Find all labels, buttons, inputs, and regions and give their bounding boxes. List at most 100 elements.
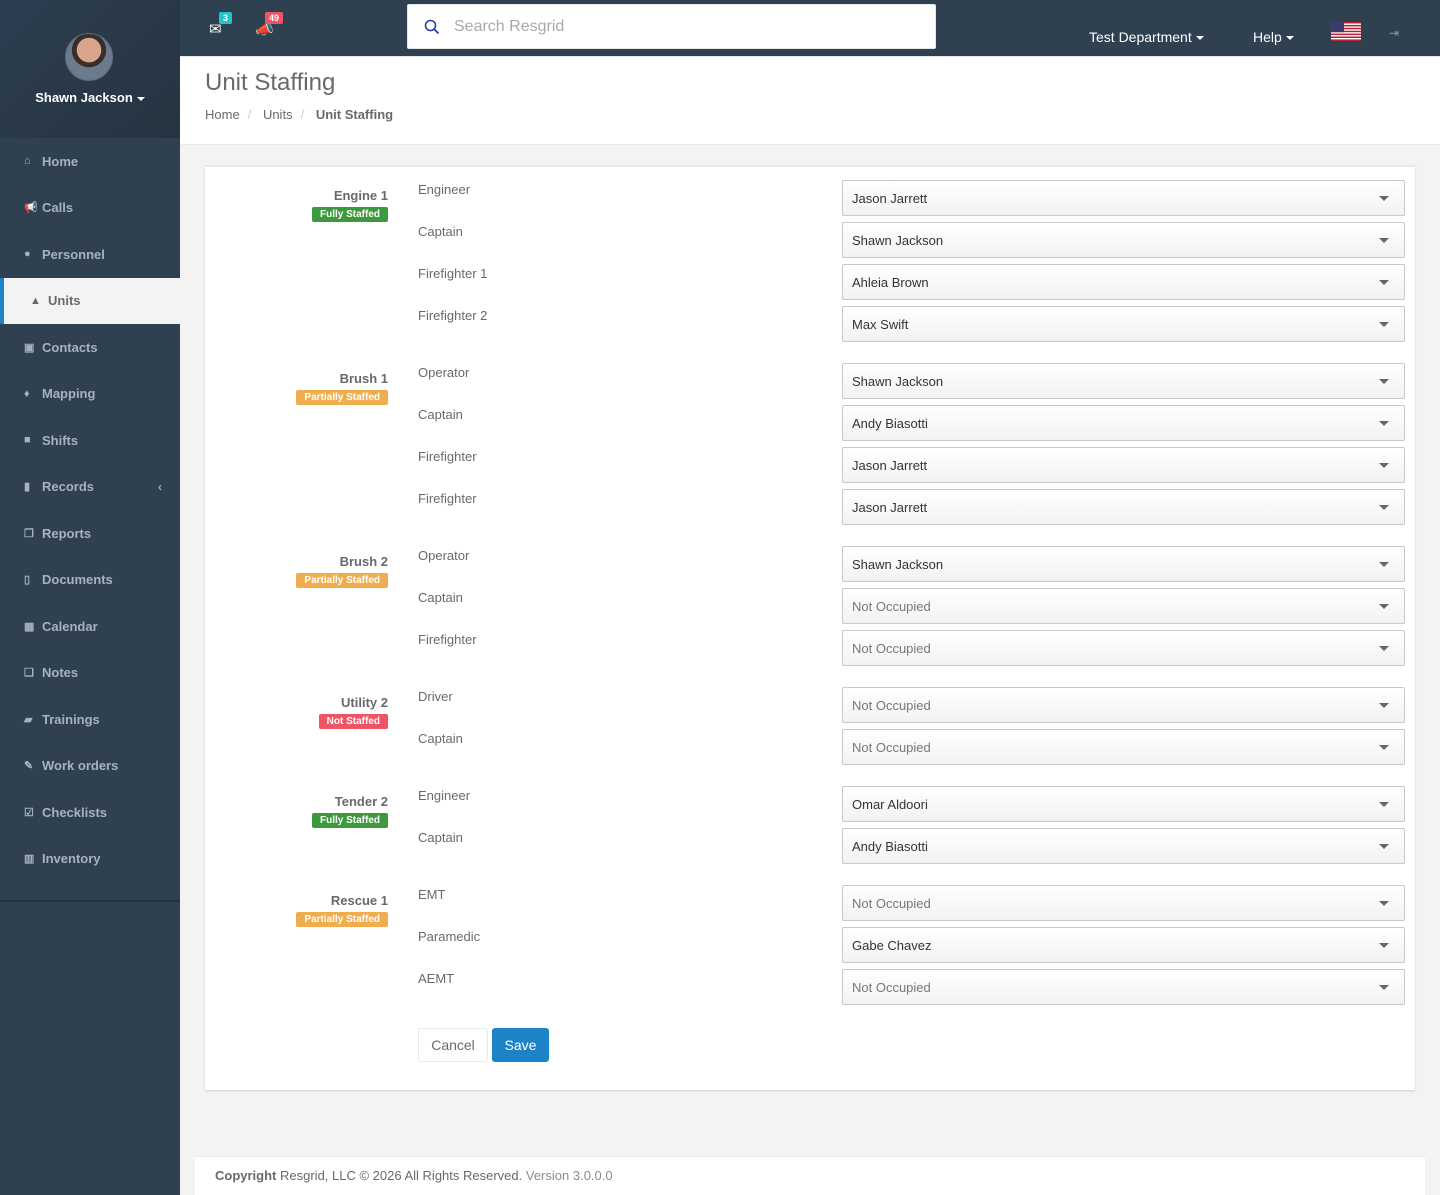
home-icon: ⌂	[24, 155, 31, 168]
personnel-select[interactable]: Not Occupied	[842, 687, 1405, 723]
sidebar-item-calendar[interactable]: ▦ Calendar	[0, 603, 180, 650]
sidebar-item-trainings[interactable]: ▰ Trainings	[0, 696, 180, 743]
sidebar-item-documents[interactable]: ▯ Documents	[0, 557, 180, 604]
personnel-select-value: Shawn Jackson	[852, 373, 944, 389]
caret-down-icon	[136, 96, 145, 101]
breadcrumb-units[interactable]: Units	[263, 107, 293, 122]
chevron-down-icon	[1379, 280, 1389, 285]
help-dropdown[interactable]: Help	[1253, 29, 1294, 45]
personnel-select[interactable]: Omar Aldoori	[842, 786, 1405, 822]
search-input[interactable]	[454, 17, 894, 36]
role-label: Captain	[418, 407, 463, 422]
sidebar-item-label: Home	[42, 153, 79, 169]
personnel-select[interactable]: Shawn Jackson	[842, 222, 1405, 258]
role-label: Paramedic	[418, 929, 481, 944]
page-title: Unit Staffing	[205, 69, 336, 96]
avatar[interactable]	[65, 33, 113, 81]
personnel-select[interactable]: Shawn Jackson	[842, 546, 1405, 582]
chevron-down-icon	[1379, 943, 1389, 948]
personnel-select-value: Not Occupied	[852, 739, 931, 755]
unit-header: Engine 1 Fully Staffed	[311, 188, 388, 222]
sidebar-item-contacts[interactable]: ▣ Contacts	[0, 324, 180, 371]
unit-header: Brush 1 Partially Staffed	[296, 371, 388, 405]
sidebar-item-reports[interactable]: ❐ Reports	[0, 510, 180, 557]
sidebar-item-label: Shifts	[42, 432, 79, 448]
personnel-select[interactable]: Andy Biasotti	[842, 828, 1405, 864]
sidebar-item-label: Calls	[42, 200, 74, 216]
sidebar-item-label: Trainings	[42, 711, 100, 727]
personnel-select[interactable]: Gabe Chavez	[842, 927, 1405, 963]
personnel-select-value: Omar Aldoori	[852, 796, 928, 812]
sidebar-item-label: Work orders	[42, 758, 119, 774]
personnel-select[interactable]: Not Occupied	[842, 729, 1405, 765]
personnel-select-value: Jason Jarrett	[852, 499, 928, 515]
messages-button[interactable]: ✉ 3	[209, 12, 233, 38]
sidebar-nav: ⌂ Home 📢 Calls ● Personnel ▲ Units ▣ Contacts ♦ Map…	[0, 138, 180, 882]
personnel-select[interactable]: Shawn Jackson	[842, 363, 1405, 399]
chevron-down-icon	[1379, 196, 1389, 201]
calls-button[interactable]: 📣 49	[255, 12, 284, 38]
sidebar-item-calls[interactable]: 📢 Calls	[0, 185, 180, 232]
sidebar-item-records[interactable]: ▮ Records ‹	[0, 464, 180, 511]
file-icon: ▮	[24, 481, 31, 494]
personnel-select-value: Not Occupied	[852, 640, 931, 656]
logout-icon[interactable]: ⇥	[1389, 26, 1399, 40]
unit-name: Rescue 1	[330, 893, 388, 908]
footer-text: Resgrid, LLC © 2026 All Rights Reserved.	[276, 1168, 523, 1183]
footer-version: Version 3.0.0.0	[522, 1168, 613, 1183]
sidebar-item-notes[interactable]: ❏ Notes	[0, 650, 180, 697]
personnel-select[interactable]: Jason Jarrett	[842, 180, 1405, 216]
unit-staffing-panel: Engine 1 Fully Staffed Engineer Jason Jarre…	[205, 165, 1415, 1090]
status-badge: Partially Staffed	[296, 573, 388, 588]
chevron-down-icon	[1379, 745, 1389, 750]
chevron-down-icon	[1379, 844, 1389, 849]
check-square-icon: ☑	[24, 806, 34, 819]
personnel-select[interactable]: Max Swift	[842, 306, 1405, 342]
us-flag-icon[interactable]	[1331, 22, 1361, 41]
personnel-select[interactable]: Jason Jarrett	[842, 489, 1405, 525]
calls-count-badge: 49	[265, 12, 284, 24]
cancel-button[interactable]: Cancel	[418, 1028, 488, 1062]
role-label: Captain	[418, 830, 463, 845]
breadcrumb-current: Unit Staffing	[315, 107, 394, 122]
personnel-select[interactable]: Not Occupied	[842, 630, 1405, 666]
personnel-select[interactable]: Not Occupied	[842, 588, 1405, 624]
status-badge: Fully Staffed	[311, 813, 388, 828]
role-label: Firefighter 2	[418, 308, 488, 323]
sidebar-item-shifts[interactable]: ■ Shifts	[0, 417, 180, 464]
road-icon: ▲	[30, 294, 41, 307]
sidebar-item-inventory[interactable]: ▥ Inventory	[0, 836, 180, 883]
status-badge: Not Staffed	[318, 714, 388, 729]
sidebar-item-home[interactable]: ⌂ Home	[0, 138, 180, 185]
footer: Copyright Resgrid, LLC © 2026 All Rights…	[195, 1156, 1425, 1195]
address-book-icon: ▣	[24, 341, 35, 354]
save-button[interactable]: Save	[492, 1028, 549, 1062]
role-label: Engineer	[418, 788, 471, 803]
personnel-select[interactable]: Jason Jarrett	[842, 447, 1405, 483]
personnel-select[interactable]: Not Occupied	[842, 885, 1405, 921]
caret-down-icon	[1195, 36, 1204, 41]
role-label: Firefighter	[418, 449, 477, 464]
sidebar-item-checklists[interactable]: ☑ Checklists	[0, 789, 180, 836]
sidebar-item-label: Personnel	[42, 246, 105, 262]
personnel-select-value: Not Occupied	[852, 979, 931, 995]
personnel-select-value: Andy Biasotti	[852, 838, 928, 854]
breadcrumb-home[interactable]: Home	[205, 107, 240, 122]
personnel-select[interactable]: Andy Biasotti	[842, 405, 1405, 441]
personnel-select[interactable]: Not Occupied	[842, 969, 1405, 1005]
user-menu-toggle[interactable]: Shawn Jackson	[35, 90, 145, 105]
personnel-select-value: Jason Jarrett	[852, 190, 928, 206]
user-icon: ●	[24, 248, 31, 261]
personnel-select[interactable]: Ahleia Brown	[842, 264, 1405, 300]
chevron-down-icon	[1379, 463, 1389, 468]
chevron-down-icon	[1379, 985, 1389, 990]
sidebar-item-work-orders[interactable]: ✎ Work orders	[0, 743, 180, 790]
help-label: Help	[1253, 29, 1282, 45]
department-dropdown[interactable]: Test Department	[1089, 29, 1204, 45]
sidebar-item-personnel[interactable]: ● Personnel	[0, 231, 180, 278]
sidebar-item-mapping[interactable]: ♦ Mapping	[0, 371, 180, 418]
sidebar-item-units[interactable]: ▲ Units	[0, 277, 180, 324]
role-label: Captain	[418, 731, 463, 746]
unit-name: Utility 2	[341, 695, 388, 710]
status-badge: Partially Staffed	[296, 390, 388, 405]
